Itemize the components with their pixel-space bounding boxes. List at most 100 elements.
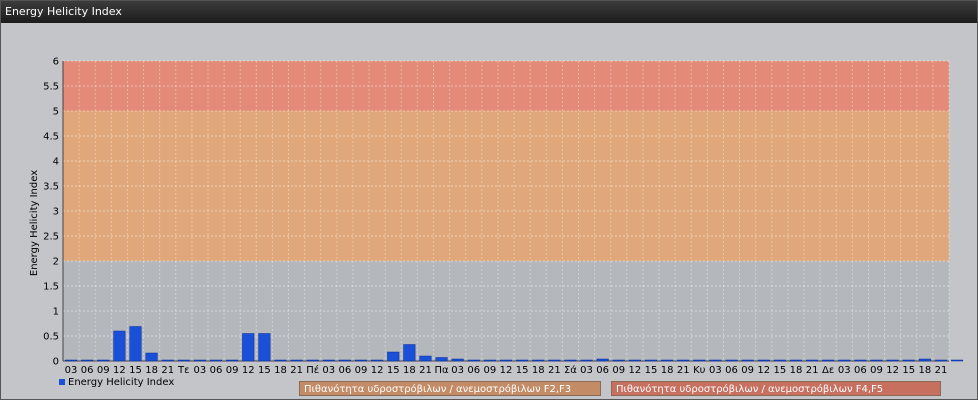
bar-45: [789, 359, 803, 362]
x-tick-label-2: 09: [97, 365, 110, 376]
bar-42: [741, 359, 754, 362]
bar-41: [725, 359, 738, 362]
bar-9: [209, 359, 223, 362]
x-tick-label-20: 15: [387, 365, 400, 376]
bar-55: [951, 359, 964, 362]
x-tick-label-42: 09: [741, 365, 754, 376]
x-tick-label-49: 06: [854, 365, 867, 376]
y-tick-label-9: 4.5: [43, 132, 59, 143]
bar-12: [258, 333, 271, 362]
x-tick-label-31: Σά: [564, 364, 577, 376]
x-tick-label-10: 09: [226, 365, 239, 376]
x-tick-label-9: 06: [210, 365, 223, 376]
bar-2: [97, 359, 110, 362]
x-tick-label-48: 03: [838, 365, 851, 376]
bar-17: [338, 359, 351, 362]
bar-27: [499, 359, 513, 362]
x-tick-label-16: 03: [322, 365, 335, 376]
chart-window: Energy Helicity Index 0 0.5 1 1.5 2 2.5 3 3.5 4 4…: [0, 0, 978, 400]
legend-zone-f2f3: Πιθανότητα υδροστρόβιλων / ανεμοστρόβιλω…: [299, 381, 601, 396]
x-tick-label-32: 03: [580, 365, 593, 376]
x-tick-label-0: 03: [65, 365, 78, 376]
x-tick-label-12: 15: [258, 365, 271, 376]
bar-22: [419, 355, 432, 362]
bar-39: [693, 359, 706, 362]
bar-21: [403, 344, 416, 362]
x-tick-label-47: Δε: [822, 365, 834, 376]
bar-15: [306, 359, 319, 362]
x-tick-label-8: 03: [194, 365, 207, 376]
x-tick-label-38: 21: [677, 365, 690, 376]
window-title: Energy Helicity Index: [1, 1, 977, 23]
x-tick-label-33: 06: [596, 365, 609, 376]
x-tick-label-5: 18: [145, 365, 158, 376]
x-ticks: 03 06 09 12 15 18 21 Τε 03 06 09 12 15 18 21 Πέ 03 06 09 12…: [65, 364, 948, 376]
bar-36: [644, 359, 658, 362]
bar-28: [516, 359, 529, 362]
y-tick-label-10: 5: [53, 107, 59, 118]
bar-38: [677, 359, 690, 362]
bar-51: [886, 359, 899, 362]
bar-14: [290, 359, 303, 362]
bar-6: [161, 359, 174, 362]
y-tick-label-12: 6: [53, 57, 59, 68]
bar-40: [709, 359, 722, 362]
x-tick-label-34: 09: [612, 365, 625, 376]
x-tick-label-4: 15: [129, 365, 142, 376]
bar-53: [918, 358, 931, 362]
legend-series[interactable]: Energy Helicity Index: [59, 377, 174, 388]
x-tick-label-40: 03: [709, 365, 722, 376]
bar-35: [628, 359, 641, 362]
x-tick-label-13: 18: [274, 365, 287, 376]
x-tick-label-28: 15: [516, 365, 529, 376]
x-tick-label-39: Κυ: [693, 365, 706, 376]
y-tick-label-2: 1: [53, 307, 59, 318]
x-tick-label-53: 18: [918, 365, 931, 376]
x-tick-label-14: 21: [290, 365, 303, 376]
bar-47: [822, 359, 835, 362]
bar-13: [274, 359, 287, 362]
y-tick-label-6: 3: [53, 207, 59, 218]
bar-24: [451, 358, 464, 362]
y-tick-label-7: 3.5: [43, 182, 59, 193]
x-tick-label-23: Πα: [435, 365, 450, 376]
bar-44: [773, 359, 786, 362]
x-tick-label-27: 12: [500, 365, 513, 376]
bar-46: [806, 359, 819, 362]
bar-26: [483, 359, 496, 362]
x-tick-label-6: 21: [161, 365, 174, 376]
x-tick-label-18: 09: [355, 365, 368, 376]
legend-swatch: [59, 379, 65, 385]
x-tick-label-37: 18: [661, 365, 674, 376]
x-tick-label-21: 18: [403, 365, 416, 376]
bar-37: [661, 359, 674, 362]
x-tick-label-30: 21: [548, 365, 561, 376]
y-tick-label-4: 2: [53, 257, 59, 268]
x-tick-label-3: 12: [113, 365, 126, 376]
x-tick-label-35: 12: [629, 365, 642, 376]
x-tick-label-45: 18: [790, 365, 803, 376]
x-tick-label-19: 12: [371, 365, 384, 376]
bar-4: [129, 326, 142, 362]
bar-31: [564, 359, 577, 362]
x-tick-label-26: 09: [484, 365, 497, 376]
bar-7: [177, 359, 190, 362]
bar-0: [65, 359, 78, 362]
bar-48: [838, 359, 851, 362]
bar-10: [226, 359, 239, 362]
bar-3: [113, 330, 126, 362]
bar-1: [81, 359, 94, 362]
bar-34: [612, 359, 625, 362]
bar-8: [193, 359, 206, 362]
x-tick-label-29: 18: [532, 365, 545, 376]
x-tick-label-7: Τε: [177, 365, 190, 376]
y-tick-label-3: 1.5: [43, 282, 59, 293]
x-tick-label-50: 09: [870, 365, 883, 376]
y-tick-label-0: 0: [53, 357, 59, 368]
y-axis-label: Energy Helicity Index: [29, 170, 40, 276]
x-tick-label-22: 21: [419, 365, 432, 376]
bar-11: [242, 333, 255, 362]
bar-16: [322, 359, 335, 362]
bar-32: [580, 359, 593, 362]
bar-43: [757, 359, 770, 362]
